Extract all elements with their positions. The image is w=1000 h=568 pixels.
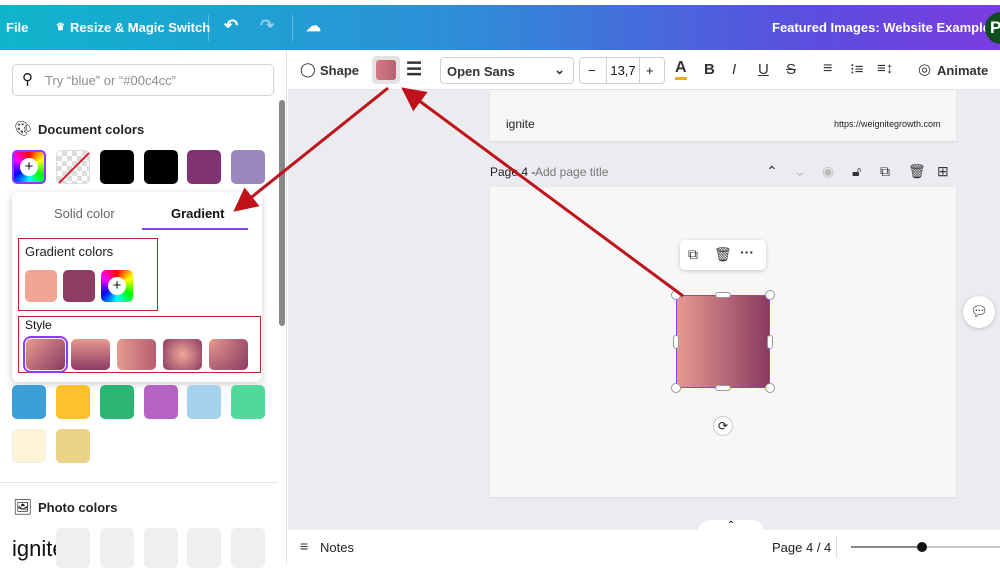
- annotation-arrows: [233, 86, 684, 298]
- arrow-to-gradient-tab: [233, 86, 389, 212]
- arrow-to-fill-button: [401, 87, 684, 298]
